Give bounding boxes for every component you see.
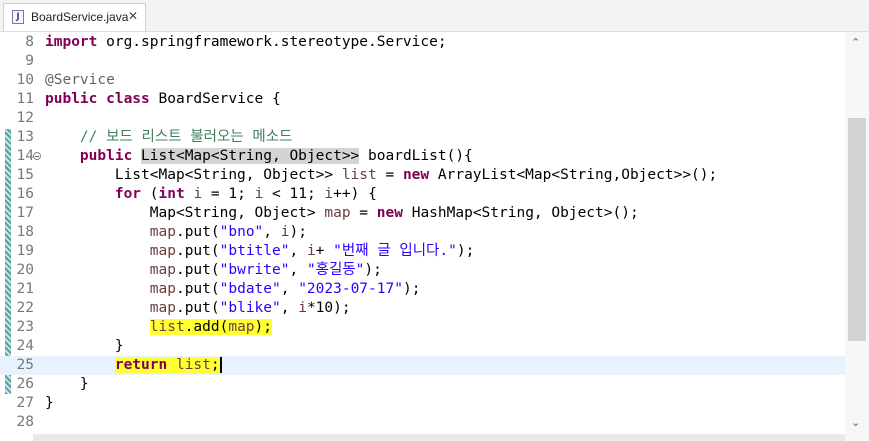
line-number: 15: [16, 167, 34, 183]
code-text: // 보드 리스트 불러오는 메소드: [79, 129, 293, 145]
line-number: 8: [25, 34, 34, 50]
code-line: 24 }: [0, 337, 845, 356]
line-number: 10: [16, 72, 34, 88]
code-text: public class BoardService {: [45, 91, 281, 107]
code-line: 28: [0, 413, 845, 432]
code-text: }: [45, 395, 54, 411]
line-number: 24: [16, 338, 34, 354]
code-text: map.put("bno", i);: [149, 224, 307, 240]
code-text: Map<String, Object> map = new HashMap<St…: [149, 205, 639, 221]
code-text: @Service: [45, 72, 115, 88]
line-number: 23: [16, 319, 34, 335]
code-line: 22 map.put("blike", i*10);: [0, 299, 845, 318]
code-line: 8 import org.springframework.stereotype.S…: [0, 33, 845, 52]
highlighted-code: list.add(map);: [149, 319, 273, 335]
line-number: 18: [16, 224, 34, 240]
code-line: 11 public class BoardService {: [0, 90, 845, 109]
text-cursor: ;: [210, 357, 222, 373]
tab-boardservice-java[interactable]: J BoardService.java ✕: [3, 3, 146, 31]
occurrence-highlight: List<Map<String, Object>>: [141, 148, 360, 164]
line-number: 19: [16, 243, 34, 259]
code-line: 21 map.put("bdate", "2023-07-17");: [0, 280, 845, 299]
line-number: 28: [16, 414, 34, 430]
code-line: 18 map.put("bno", i);: [0, 223, 845, 242]
line-number: 20: [16, 262, 34, 278]
line-number: 11: [16, 91, 34, 107]
editor-tab-bar: J BoardService.java ✕: [0, 0, 869, 32]
code-text: list.add(map);: [45, 318, 273, 337]
code-line: 13 // 보드 리스트 불러오는 메소드: [0, 128, 845, 147]
code-line: 23 list.add(map);: [0, 318, 845, 337]
code-line: 19 map.put("btitle", i+ "번째 글 입니다.");: [0, 242, 845, 261]
code-text: map.put("blike", i*10);: [149, 300, 351, 316]
line-number: 25: [16, 357, 34, 373]
line-number: 21: [16, 281, 34, 297]
line-number: 14: [16, 148, 34, 164]
highlighted-code: return list;: [114, 357, 222, 373]
code-lines: 8 import org.springframework.stereotype.S…: [0, 33, 845, 432]
scroll-up-icon[interactable]: ⌃: [851, 36, 860, 49]
code-line: 26 }: [0, 375, 845, 394]
tab-label: BoardService.java: [31, 10, 129, 24]
code-text: map.put("bwrite", "홍길동");: [149, 262, 382, 278]
code-text: for (int i = 1; i < 11; i++) {: [114, 186, 377, 202]
code-text: map.put("btitle", i+ "번째 글 입니다.");: [149, 243, 475, 259]
code-text: }: [79, 376, 89, 392]
line-number: 26: [16, 376, 34, 392]
line-number: 9: [25, 53, 34, 69]
code-line: 20 map.put("bwrite", "홍길동");: [0, 261, 845, 280]
code-text: import org.springframework.stereotype.Se…: [45, 34, 447, 50]
code-line: 12: [0, 109, 845, 128]
line-number: 17: [16, 205, 34, 221]
code-editor[interactable]: 8 import org.springframework.stereotype.S…: [0, 32, 869, 441]
code-line: 27}: [0, 394, 845, 413]
code-text: public List<Map<String, Object>> boardLi…: [79, 148, 473, 164]
close-icon[interactable]: ✕: [128, 9, 138, 23]
line-number: 13: [16, 129, 34, 145]
code-text: return list;: [45, 356, 222, 375]
code-line: 14 public List<Map<String, Object>> boar…: [0, 147, 845, 166]
code-text: map.put("bdate", "2023-07-17");: [149, 281, 421, 297]
code-text: }: [114, 338, 124, 354]
scrollbar-thumb[interactable]: [848, 118, 866, 341]
code-line: 9: [0, 52, 845, 71]
line-number: 12: [16, 110, 34, 126]
scroll-down-icon[interactable]: ⌄: [851, 416, 860, 429]
horizontal-scrollbar[interactable]: [33, 434, 845, 441]
code-line: 17 Map<String, Object> map = new HashMap…: [0, 204, 845, 223]
vertical-scrollbar[interactable]: ⌃ ⌄: [845, 32, 869, 441]
code-line: 15 List<Map<String, Object>> list = new …: [0, 166, 845, 185]
line-number: 22: [16, 300, 34, 316]
code-line: 10 @Service: [0, 71, 845, 90]
code-line: 16 for (int i = 1; i < 11; i++) {: [0, 185, 845, 204]
code-text: List<Map<String, Object>> list = new Arr…: [114, 167, 718, 183]
line-number: 27: [16, 395, 34, 411]
current-code-line: 25 return list;: [0, 356, 845, 375]
java-file-icon: J: [12, 10, 24, 24]
line-number: 16: [16, 186, 34, 202]
